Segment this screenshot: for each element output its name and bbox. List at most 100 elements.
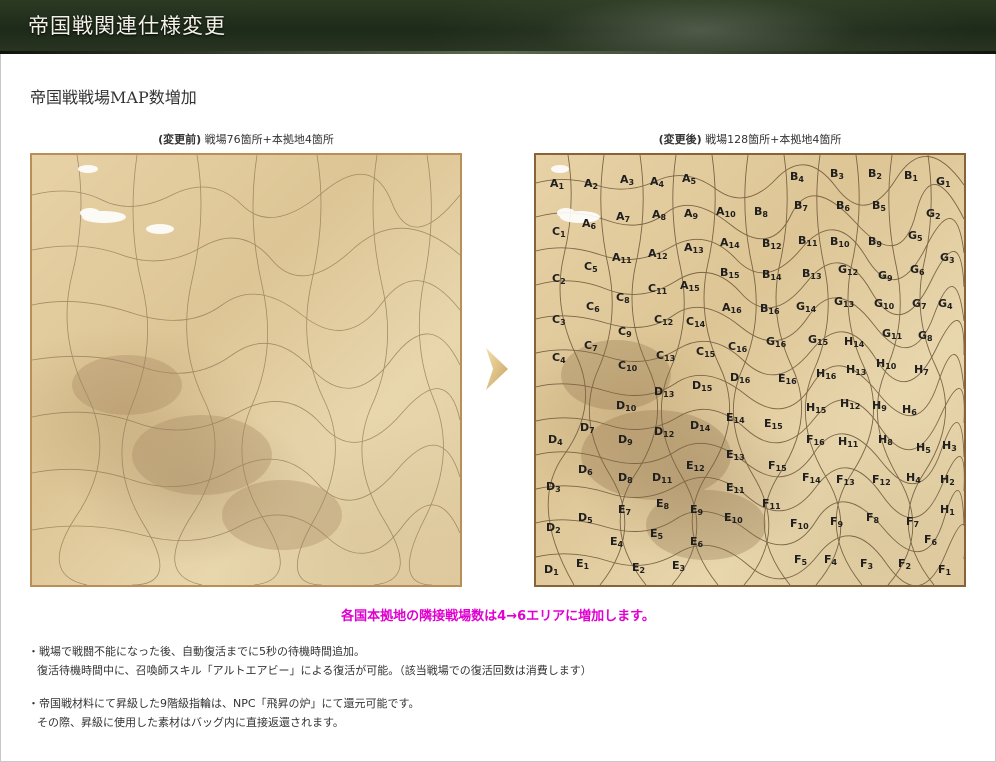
- caption-after-text: 戦場128箇所+本拠地4箇所: [705, 133, 842, 146]
- map-region-h16: H16: [816, 367, 837, 381]
- map-region-e3: E3: [672, 559, 686, 573]
- map-region-a8: A8: [652, 208, 667, 222]
- map-region-a9: A9: [684, 207, 699, 221]
- map-region-h6: H6: [902, 403, 917, 417]
- map-region-d11: D11: [652, 471, 673, 485]
- caption-after: (変更後) 戦場128箇所+本拠地4箇所: [534, 131, 966, 147]
- map-region-h5: H5: [916, 441, 931, 455]
- map-region-g14: G14: [796, 300, 817, 314]
- map-region-g2: G2: [926, 207, 941, 221]
- map-region-a6: A6: [582, 217, 597, 231]
- map-region-f3: F3: [860, 557, 874, 571]
- map-region-h1: H1: [940, 503, 955, 517]
- map-before-image: [30, 153, 462, 587]
- map-region-c14: C14: [686, 315, 706, 329]
- map-region-a10: A10: [716, 205, 736, 219]
- map-region-b14: B14: [762, 268, 782, 282]
- map-region-f5: F5: [794, 553, 808, 567]
- map-region-f1: F1: [938, 563, 952, 577]
- map-region-c2: C2: [552, 272, 566, 286]
- map-region-g13: G13: [834, 295, 855, 309]
- map-region-f14: F14: [802, 471, 821, 485]
- bullet-item-2: ・帝国戦材料にて昇級した9階級指輪は、NPC「飛昇の炉」にて還元可能です。 その…: [28, 694, 419, 732]
- map-region-b16: B16: [760, 302, 780, 316]
- map-region-g12: G12: [838, 263, 859, 277]
- map-region-f13: F13: [836, 473, 855, 487]
- section-title: 帝国戦戦場MAP数増加: [30, 88, 197, 107]
- map-region-e16: E16: [778, 372, 797, 386]
- map-region-a7: A7: [616, 210, 631, 224]
- map-region-g9: G9: [878, 269, 893, 283]
- map-region-a12: A12: [648, 247, 668, 261]
- map-region-f2: F2: [898, 557, 912, 571]
- map-region-b11: B11: [798, 234, 818, 248]
- map-region-d10: D10: [616, 399, 637, 413]
- map-region-b3: B3: [830, 167, 844, 181]
- map-region-e9: E9: [690, 503, 704, 517]
- map-region-e5: E5: [650, 527, 664, 541]
- map-after-borders: [536, 155, 964, 585]
- bullet-1-line1: ・戦場で戦闘不能になった後、自動復活までに5秒の待機時間追加。: [28, 645, 365, 658]
- map-region-f9: F9: [830, 515, 844, 529]
- map-region-b9: B9: [868, 235, 882, 249]
- map-region-f8: F8: [866, 511, 880, 525]
- map-region-a15: A15: [680, 279, 700, 293]
- caption-before-text: 戦場76箇所+本拠地4箇所: [204, 133, 334, 146]
- notice-text: 各国本拠地の隣接戦場数は4→6エリアに増加します。: [341, 609, 655, 624]
- map-region-a1: A1: [550, 177, 565, 191]
- map-region-h3: H3: [942, 439, 957, 453]
- page-title: 帝国戦関連仕様変更: [28, 14, 226, 38]
- map-region-h12: H12: [840, 397, 861, 411]
- map-region-g6: G6: [910, 263, 925, 277]
- map-region-f12: F12: [872, 473, 891, 487]
- map-region-d2: D2: [546, 521, 561, 535]
- map-region-e2: E2: [632, 561, 646, 575]
- map-region-b10: B10: [830, 235, 850, 249]
- map-region-a14: A14: [720, 236, 740, 250]
- map-region-h4: H4: [906, 471, 921, 485]
- map-region-b2: B2: [868, 167, 882, 181]
- map-region-b1: B1: [904, 169, 918, 183]
- map-region-c4: C4: [552, 351, 566, 365]
- map-region-f4: F4: [824, 553, 838, 567]
- map-region-f11: F11: [762, 497, 781, 511]
- map-region-b6: B6: [836, 199, 850, 213]
- map-region-c10: C10: [618, 359, 638, 373]
- map-region-c7: C7: [584, 339, 598, 353]
- map-region-d6: D6: [578, 463, 593, 477]
- map-region-h11: H11: [838, 435, 859, 449]
- map-region-a5: A5: [682, 172, 697, 186]
- map-region-c16: C16: [728, 340, 748, 354]
- map-region-b4: B4: [790, 170, 804, 184]
- map-region-a11: A11: [612, 251, 632, 265]
- map-region-h10: H10: [876, 357, 897, 371]
- map-region-c5: C5: [584, 260, 598, 274]
- map-region-a4: A4: [650, 175, 665, 189]
- map-after-image: A1 A2 A3 A4 A5 A6 A7 A8 A9 A10 A11 A12 A13 A14 A15 A16 B…: [534, 153, 966, 587]
- map-region-g10: G10: [874, 297, 895, 311]
- map-region-f10: F10: [790, 517, 809, 531]
- map-region-e12: E12: [686, 459, 705, 473]
- map-region-c6: C6: [586, 300, 600, 314]
- map-region-h13: H13: [846, 363, 867, 377]
- map-region-d4: D4: [548, 433, 563, 447]
- map-region-a16: A16: [722, 301, 742, 315]
- map-region-a3: A3: [620, 173, 635, 187]
- map-region-d12: D12: [654, 425, 675, 439]
- map-region-g11: G11: [882, 327, 903, 341]
- map-region-d1: D1: [544, 563, 559, 577]
- map-region-d3: D3: [546, 480, 561, 494]
- map-region-e8: E8: [656, 497, 670, 511]
- map-region-a2: A2: [584, 177, 599, 191]
- map-region-e10: E10: [724, 511, 743, 525]
- map-region-c8: C8: [616, 291, 630, 305]
- map-region-b15: B15: [720, 266, 740, 280]
- map-region-d7: D7: [580, 421, 595, 435]
- map-region-h8: H8: [878, 433, 893, 447]
- map-region-f6: F6: [924, 533, 938, 547]
- map-region-d14: D14: [690, 419, 711, 433]
- map-region-e15: E15: [764, 417, 783, 431]
- map-region-g7: G7: [912, 297, 927, 311]
- caption-after-tag: (変更後): [658, 133, 702, 146]
- map-region-g4: G4: [938, 297, 953, 311]
